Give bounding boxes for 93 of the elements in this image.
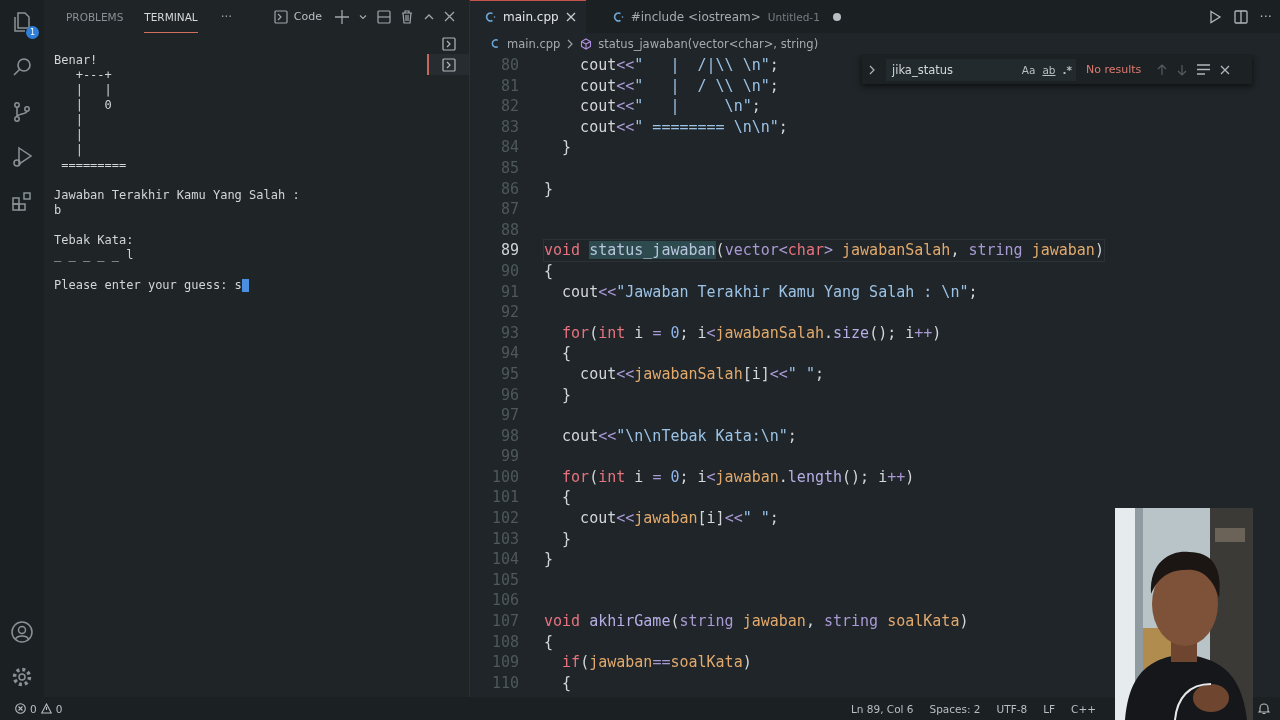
line-number: 89 xyxy=(499,240,519,261)
editor-tab[interactable]: main.cpp xyxy=(470,0,586,33)
terminal-line: ========= xyxy=(60,158,128,173)
plus-icon[interactable] xyxy=(335,9,349,24)
code-line: cout<<jawaban[i]<<" "; xyxy=(579,508,779,529)
find-option[interactable]: .* xyxy=(1062,63,1072,76)
status-item[interactable]: LF xyxy=(1043,702,1056,715)
code-line: } xyxy=(561,528,572,550)
cpp-file-icon xyxy=(611,11,624,23)
find-option[interactable]: Aa xyxy=(1021,63,1036,76)
bell-icon[interactable] xyxy=(1258,702,1270,715)
code-line: { xyxy=(561,487,572,509)
more-button[interactable]: ··· xyxy=(1259,9,1272,24)
modified-dot xyxy=(832,13,841,21)
warning-count[interactable]: 0 xyxy=(55,702,63,715)
settings-icon[interactable] xyxy=(10,665,34,689)
code-line: for(int i = 0; i<jawaban.length(); i++) xyxy=(561,466,915,488)
chevron-right-icon xyxy=(566,38,575,49)
code-line: cout<<" | /|\\ \n"; xyxy=(579,55,779,76)
run-debug-icon[interactable] xyxy=(10,145,34,169)
code-line: } xyxy=(544,178,554,200)
terminal-line: _ _ _ _ _ l xyxy=(54,248,135,263)
extensions-icon[interactable] xyxy=(10,190,34,214)
terminal-icon xyxy=(442,57,456,72)
error-icon[interactable] xyxy=(15,703,26,714)
tab-label: #include <iostream> xyxy=(630,10,761,24)
find-result: No results xyxy=(1086,63,1142,76)
close-icon[interactable] xyxy=(1220,64,1231,75)
terminal-line: | | xyxy=(74,83,113,98)
arrow-down-icon[interactable] xyxy=(1177,63,1188,76)
terminal-icon xyxy=(442,36,456,51)
notification-badge: 1 xyxy=(26,26,39,39)
code-line: } xyxy=(544,549,554,570)
tab-description: Untitled-1 xyxy=(767,11,820,23)
warning-icon[interactable] xyxy=(40,703,52,714)
code-line: cout<<"\n\nTebak Kata:\n"; xyxy=(561,425,797,447)
close-icon[interactable] xyxy=(565,12,576,22)
terminal-line: | 0 xyxy=(74,98,113,113)
panel-tab[interactable]: TERMINAL xyxy=(144,0,198,33)
error-count[interactable]: 0 xyxy=(30,702,37,715)
code-line: void status_jawaban(vector<char> jawabanSalah, string jawaban) xyxy=(544,240,1104,261)
panel-tab[interactable]: PROBLEMS xyxy=(66,0,124,33)
code-line: } xyxy=(561,384,572,406)
lines-icon[interactable] xyxy=(1197,64,1211,75)
split-icon[interactable] xyxy=(377,9,391,24)
arrow-up-icon[interactable] xyxy=(1157,63,1168,76)
typed-text: s xyxy=(234,278,242,293)
code-line: cout<<" | \n"; xyxy=(579,96,761,117)
terminal-line: +---+ xyxy=(74,68,113,83)
status-item[interactable]: Ln 89, Col 6 xyxy=(850,702,914,715)
text-cursor xyxy=(241,279,249,292)
code-line: if(jawaban==soalKata) xyxy=(561,652,752,673)
more-button[interactable]: ··· xyxy=(220,9,233,24)
terminal-list-item[interactable] xyxy=(427,54,469,75)
code-line: } xyxy=(561,137,572,158)
editor-tab[interactable]: #include <iostream> Untitled-1 xyxy=(597,0,851,33)
chevron-right-icon[interactable] xyxy=(868,64,876,75)
terminal-selector[interactable]: Code xyxy=(273,9,322,24)
cpp-file-icon xyxy=(484,11,496,23)
code-line: for(int i = 0; i<jawabanSalah.size(); i++) xyxy=(561,322,942,344)
find-option[interactable]: ab xyxy=(1042,63,1056,76)
code-line: { xyxy=(561,343,572,364)
status-item[interactable]: UTF-8 xyxy=(996,702,1028,715)
terminal-line: | xyxy=(74,113,84,128)
terminal-icon xyxy=(273,9,288,24)
terminal-line: Please enter your guess: xyxy=(54,278,228,293)
tab-label: main.cpp xyxy=(503,10,559,24)
status-item[interactable]: Spaces: 2 xyxy=(929,702,981,715)
run-icon[interactable] xyxy=(1207,9,1222,24)
status-item[interactable]: C++ xyxy=(1071,702,1096,715)
account-icon[interactable] xyxy=(10,620,34,644)
code-line: cout<<"Jawaban Terakhir Kamu Yang Salah : \n"; xyxy=(561,281,978,303)
terminal-line: | xyxy=(74,128,84,143)
close-icon[interactable] xyxy=(444,11,455,22)
breadcrumb-item[interactable]: main.cpp xyxy=(507,36,561,51)
code-line: cout<<" ======== \n\n"; xyxy=(579,116,788,138)
cube-icon xyxy=(580,37,593,50)
terminal-line: Jawaban Terakhir Kamu Yang Salah : xyxy=(54,188,301,203)
terminal-line: b xyxy=(54,203,63,218)
code-line: cout<<jawabanSalah[i]<<" "; xyxy=(579,363,824,385)
split-editor-icon[interactable] xyxy=(1233,9,1248,24)
terminal-line: Benar! xyxy=(54,53,99,68)
code-line: { xyxy=(544,631,554,653)
code-line: { xyxy=(561,672,572,694)
code-line: cout<<" | / \\ \n"; xyxy=(579,75,779,97)
trash-icon[interactable] xyxy=(400,9,414,24)
terminal-line: Tebak Kata: xyxy=(54,233,135,248)
code-line: { xyxy=(544,260,554,282)
cpp-file-icon xyxy=(490,38,501,49)
find-input[interactable]: jika_status Aa ab .* xyxy=(886,58,1076,81)
terminal-line: | xyxy=(74,143,84,158)
code-line: void akhirGame(string jawaban, string soalKata) xyxy=(544,611,969,632)
breadcrumb-item[interactable]: status_jawaban(vector<char>, string) xyxy=(598,36,819,51)
